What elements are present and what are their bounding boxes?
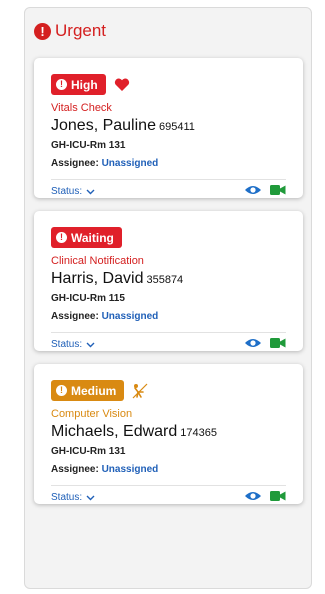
alert-icon: ! [34, 22, 51, 40]
mrn: 174365 [180, 427, 217, 439]
alert-icon: ! [56, 232, 67, 243]
patient-name[interactable]: Michaels, Edward 174365 [51, 423, 217, 441]
priority-label: High [71, 77, 98, 92]
video-call-icon[interactable] [270, 184, 286, 196]
divider [51, 485, 286, 486]
eye-icon[interactable] [244, 490, 262, 502]
divider [51, 179, 286, 180]
badge-row: ! Waiting [51, 227, 122, 248]
task-type: Clinical Notification [51, 255, 144, 267]
assignee-row[interactable]: Assignee: Unassigned [51, 158, 158, 169]
patient-name[interactable]: Jones, Pauline 695411 [51, 117, 195, 135]
video-call-icon[interactable] [270, 490, 286, 502]
assignee-label: Assignee: [51, 158, 99, 169]
card-actions [244, 337, 286, 349]
fall-risk-icon [132, 383, 148, 398]
card-actions [244, 490, 286, 502]
status-dropdown[interactable]: Status: [51, 186, 95, 197]
room: GH-ICU-Rm 115 [51, 293, 125, 304]
status-dropdown[interactable]: Status: [51, 339, 95, 350]
heart-icon [114, 78, 129, 91]
panel-title: Urgent [55, 21, 107, 40]
alert-icon: ! [56, 385, 67, 396]
assignee-row[interactable]: Assignee: Unassigned [51, 464, 158, 475]
video-call-icon[interactable] [270, 337, 286, 349]
priority-label: Waiting [71, 230, 114, 245]
mrn: 695411 [158, 121, 195, 133]
assignee-row[interactable]: Assignee: Unassigned [51, 311, 158, 322]
chevron-down-icon [86, 189, 95, 194]
mrn: 355874 [146, 274, 184, 286]
badge-row: ! Medium [51, 380, 148, 401]
assignee-value[interactable]: Unassigned [102, 158, 159, 169]
card-actions [244, 184, 286, 196]
task-card[interactable]: ! High Vitals Check Jones, Pauline 695411… [34, 58, 303, 198]
assignee-value[interactable]: Unassigned [102, 464, 159, 475]
room: GH-ICU-Rm 131 [51, 446, 126, 457]
patient-name-text: Jones, Pauline [51, 117, 156, 134]
priority-label: Medium [71, 383, 117, 398]
priority-badge: ! Waiting [51, 227, 122, 248]
status-dropdown[interactable]: Status: [51, 492, 95, 503]
task-type: Computer Vision [51, 408, 133, 420]
status-label: Status: [51, 186, 83, 197]
patient-name-text: Michaels, Edward [51, 423, 178, 440]
assignee-value[interactable]: Unassigned [102, 311, 159, 322]
alert-icon: ! [56, 79, 67, 90]
task-card[interactable]: ! Medium Computer Vision Michaels, Edwar… [34, 364, 303, 504]
eye-icon[interactable] [244, 337, 262, 349]
chevron-down-icon [86, 495, 95, 500]
priority-badge: ! Medium [51, 380, 125, 401]
patient-name[interactable]: Harris, David 355874 [51, 270, 183, 288]
urgent-panel: ! Urgent ! High Vitals Check Jones, Paul… [24, 7, 312, 589]
eye-icon[interactable] [244, 184, 262, 196]
chevron-down-icon [86, 342, 95, 347]
assignee-label: Assignee: [51, 311, 99, 322]
panel-header: ! Urgent [34, 21, 106, 41]
status-label: Status: [51, 492, 83, 503]
priority-badge: ! High [51, 74, 106, 95]
room: GH-ICU-Rm 131 [51, 140, 126, 151]
task-card[interactable]: ! Waiting Clinical Notification Harris, … [34, 211, 303, 351]
divider [51, 332, 286, 333]
assignee-label: Assignee: [51, 464, 99, 475]
badge-row: ! High [51, 74, 130, 95]
patient-name-text: Harris, David [51, 270, 144, 287]
task-type: Vitals Check [51, 102, 112, 114]
status-label: Status: [51, 339, 83, 350]
